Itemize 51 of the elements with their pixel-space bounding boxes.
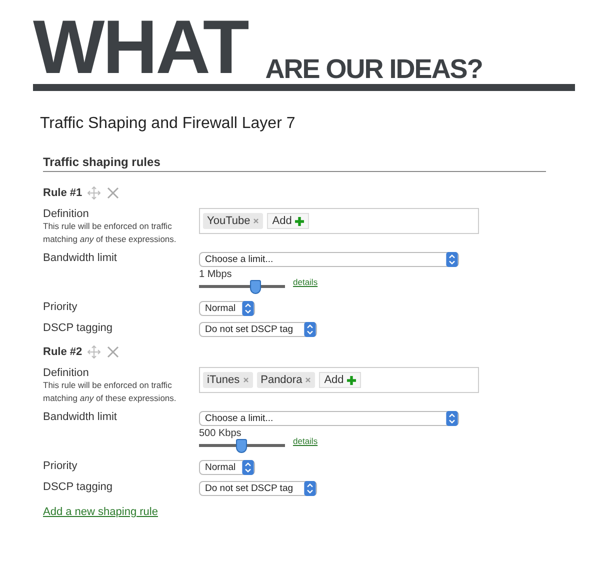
remove-icon[interactable] xyxy=(242,377,249,383)
add-button[interactable]: Add xyxy=(319,372,361,388)
move-icon[interactable] xyxy=(87,186,102,200)
move-icon[interactable] xyxy=(87,345,102,359)
plus-icon xyxy=(294,216,304,226)
priority-dropdown[interactable]: Normal xyxy=(199,301,255,316)
close-icon[interactable] xyxy=(106,345,120,359)
field-label: Bandwidth limit xyxy=(43,252,118,266)
details-link[interactable]: details xyxy=(293,436,318,446)
headline-subtitle: ARE OUR IDEAS? xyxy=(265,56,482,82)
field-label: Priority xyxy=(43,301,78,315)
close-icon[interactable] xyxy=(106,186,120,200)
token-field[interactable]: YouTube Add xyxy=(199,208,479,234)
stepper-icon xyxy=(304,481,316,496)
token-tag[interactable]: YouTube xyxy=(203,213,264,229)
add-button[interactable]: Add xyxy=(267,213,309,229)
headline: WHAT xyxy=(33,8,249,88)
stepper-icon xyxy=(446,252,458,267)
rule-title: Rule #1 xyxy=(43,187,82,199)
field-label: Definition xyxy=(43,208,90,220)
token-tag[interactable]: iTunes xyxy=(203,372,253,388)
remove-icon[interactable] xyxy=(253,218,260,224)
stepper-icon xyxy=(242,460,254,475)
stepper-icon xyxy=(242,301,254,316)
field-label: DSCP tagging xyxy=(43,322,114,336)
help-text: This rule will be enforced on traffic matching any of these expressions. xyxy=(43,220,178,246)
plus-icon xyxy=(346,376,356,384)
slider-thumb[interactable] xyxy=(236,439,248,453)
section-title: Traffic shaping rules xyxy=(43,155,546,172)
bandwidth-reading: 1 Mbps xyxy=(199,269,233,280)
field-label: DSCP tagging xyxy=(43,481,114,495)
dscp-dropdown[interactable]: Do not set DSCP tag xyxy=(199,322,317,337)
stepper-icon xyxy=(446,411,458,426)
remove-icon[interactable] xyxy=(305,377,312,383)
limit-dropdown[interactable]: Choose a limit... xyxy=(199,252,459,267)
help-text: This rule will be enforced on traffic matching any of these expressions. xyxy=(43,379,178,405)
field-label: Definition xyxy=(43,367,90,379)
token-tag[interactable]: Pandora xyxy=(256,372,316,388)
field-label: Bandwidth limit xyxy=(43,411,118,425)
dscp-dropdown[interactable]: Do not set DSCP tag xyxy=(199,481,317,496)
slide-heading: Traffic Shaping and Firewall Layer 7 xyxy=(40,115,296,133)
stepper-icon xyxy=(304,322,316,337)
rule-title: Rule #2 xyxy=(43,346,82,358)
add-rule-link[interactable]: Add a new shaping rule xyxy=(43,506,158,518)
priority-dropdown[interactable]: Normal xyxy=(199,460,255,475)
details-link[interactable]: details xyxy=(293,277,318,287)
field-label: Priority xyxy=(43,460,78,474)
token-field[interactable]: iTunes Pandora Add xyxy=(199,367,479,393)
slider-thumb[interactable] xyxy=(250,280,261,294)
limit-dropdown[interactable]: Choose a limit... xyxy=(199,411,459,426)
bandwidth-reading: 500 Kbps xyxy=(199,428,242,439)
